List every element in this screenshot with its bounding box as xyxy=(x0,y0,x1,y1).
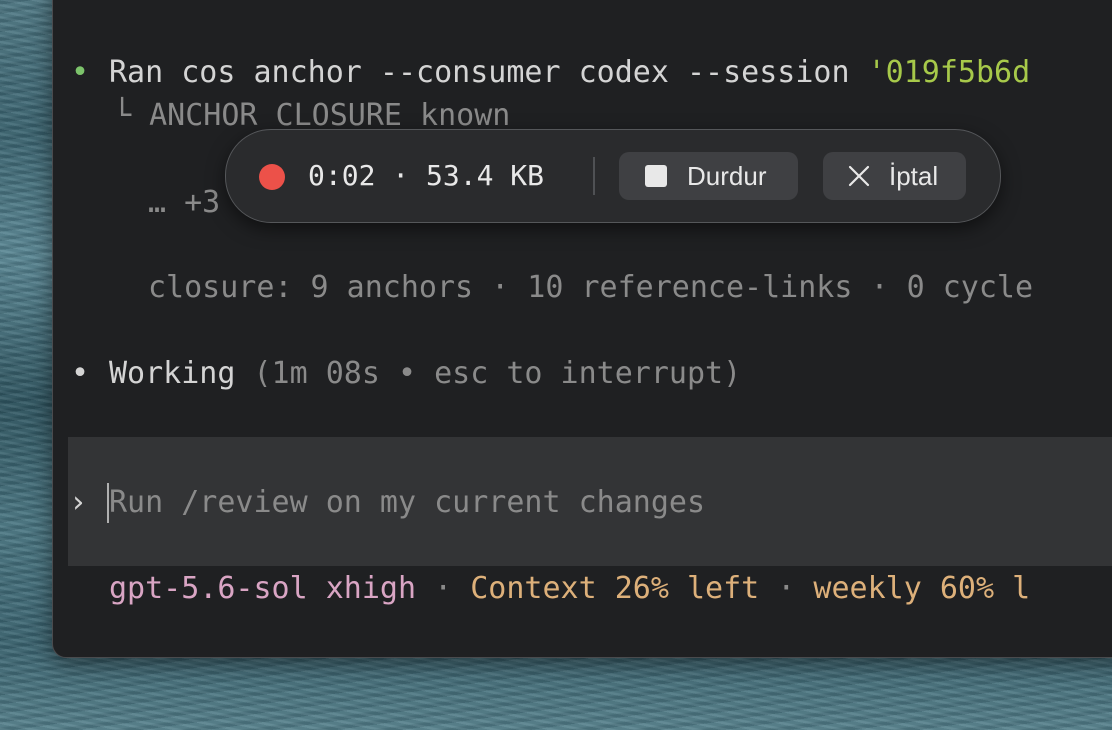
command-text: cos anchor --consumer codex --session xyxy=(181,55,868,90)
stop-button-label: Durdur xyxy=(687,161,767,191)
cancel-button[interactable]: İptal xyxy=(823,152,966,200)
session-argument: '019f5b6d xyxy=(867,55,1031,90)
working-label: Working xyxy=(109,356,236,391)
recording-indicator-icon xyxy=(259,164,285,190)
recording-separator: · xyxy=(375,159,427,192)
working-detail: (1m 08s • esc to interrupt) xyxy=(235,356,742,391)
command-line: Ran cos anchor --consumer codex --sessio… xyxy=(109,53,1030,93)
status-separator: · xyxy=(759,571,814,606)
recording-toolbar: 0:02 · 53.4 KB Durdur İptal xyxy=(225,129,1001,223)
recording-status: 0:02 · 53.4 KB xyxy=(308,156,544,196)
status-bar: gpt-5.6-sol xhigh · Context 26% left · w… xyxy=(109,569,1030,609)
status-separator: · xyxy=(416,571,471,606)
composer-placeholder[interactable]: Run /review on my current changes xyxy=(109,483,705,523)
context-remaining: Context 26% left xyxy=(470,571,760,606)
stop-icon xyxy=(645,165,667,187)
prompt-chevron-icon: › xyxy=(69,485,88,520)
close-icon xyxy=(848,165,870,187)
command-prefix: Ran xyxy=(109,55,182,90)
terminal-window[interactable]: • Ran cos anchor --consumer codex --sess… xyxy=(52,0,1112,658)
command-bullet: • xyxy=(71,55,90,90)
divider xyxy=(593,157,595,195)
output-closure-summary: closure: 9 anchors · 10 reference-links … xyxy=(148,270,1034,305)
output-truncation: … +3 xyxy=(148,185,221,220)
working-status: Working (1m 08s • esc to interrupt) xyxy=(109,354,741,394)
stop-button[interactable]: Durdur xyxy=(619,152,798,200)
recording-elapsed: 0:02 xyxy=(308,159,376,192)
working-bullet: • xyxy=(71,356,90,391)
weekly-limit: weekly 60% l xyxy=(813,571,1031,606)
recording-size: 53.4 KB xyxy=(426,159,545,192)
model-name: gpt-5.6-sol xhigh xyxy=(109,571,417,606)
cancel-button-label: İptal xyxy=(889,161,939,191)
